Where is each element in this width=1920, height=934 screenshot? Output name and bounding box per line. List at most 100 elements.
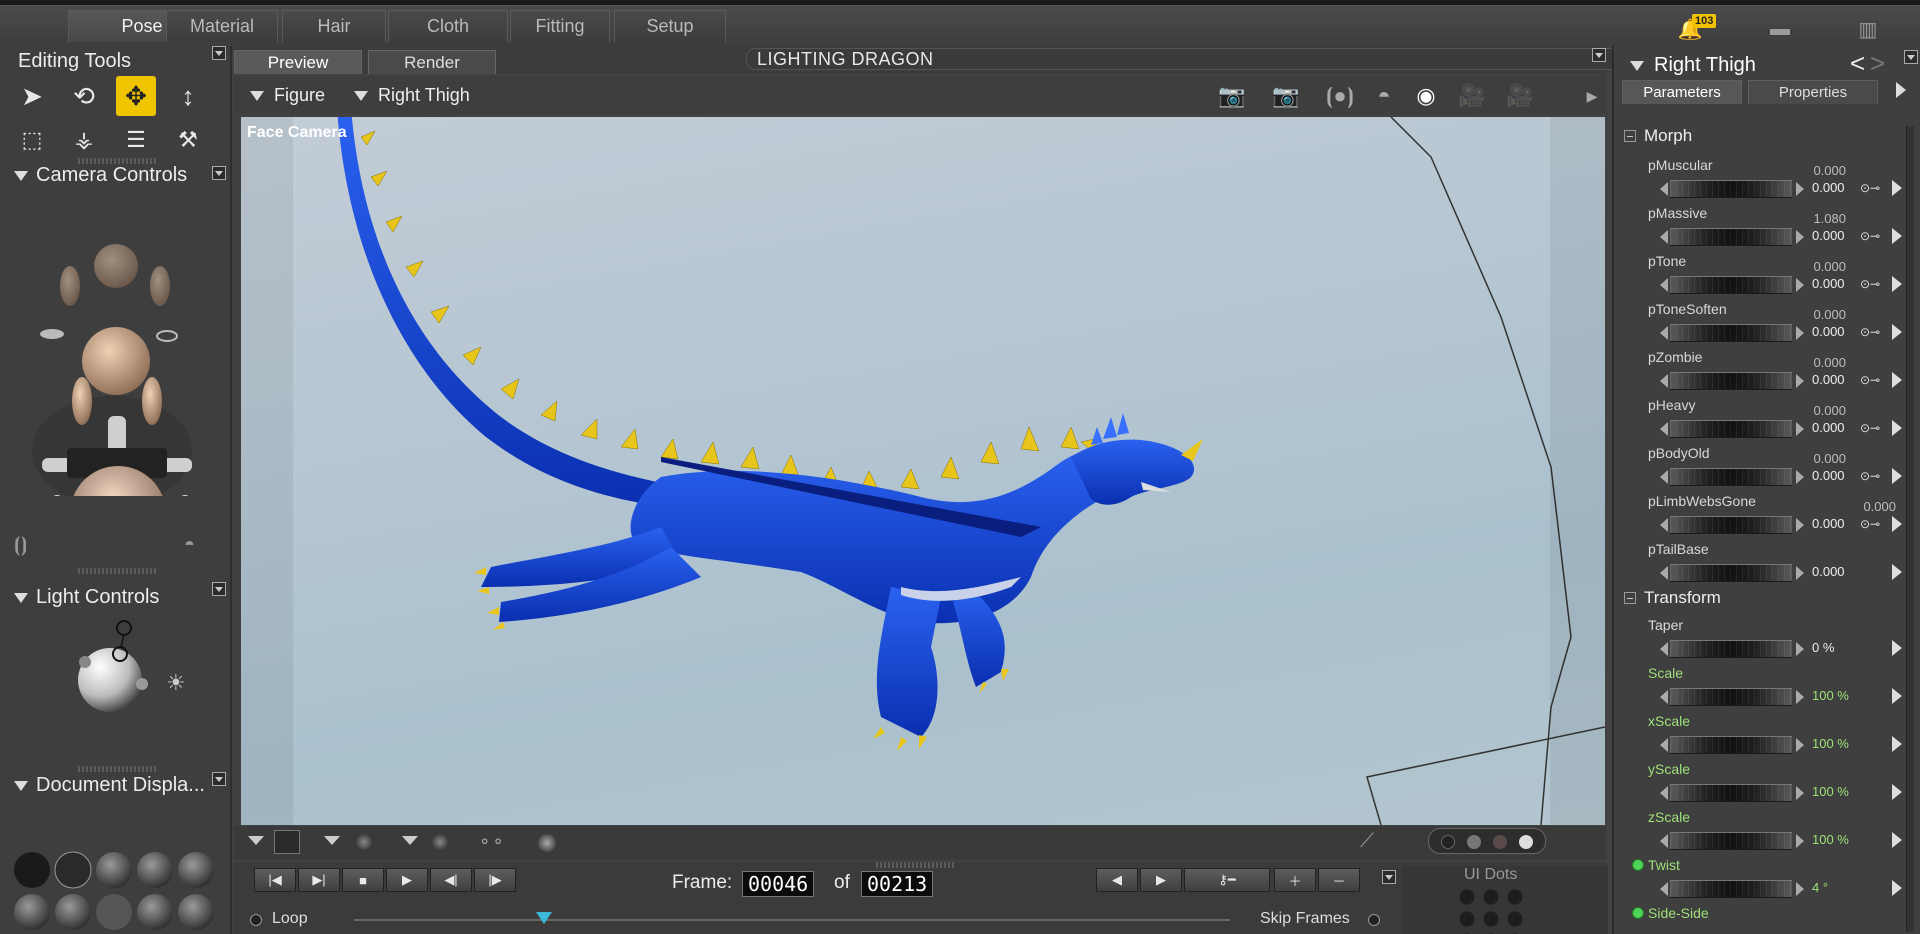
param-dial[interactable] [1670,516,1792,534]
translate-tool-icon[interactable]: ✥ [116,76,156,116]
total-frames-field[interactable]: 00213 [861,871,934,897]
dependency-key-icon[interactable]: ⊙⊸ [1860,469,1880,483]
keyframe-button[interactable]: ⚷━ [1184,868,1270,892]
go-to-start-button[interactable]: |◀ [254,868,296,892]
tab-setup[interactable]: Setup [614,10,726,42]
param-menu-icon[interactable] [1892,516,1902,532]
loop-radio[interactable] [250,914,262,926]
dependency-key-icon[interactable]: ⊙⊸ [1860,517,1880,531]
panel-more-icon[interactable] [1896,82,1906,98]
tab-material[interactable]: Material [166,10,278,42]
ui-dots-grid[interactable] [1458,888,1530,934]
param-value[interactable]: 0 % [1812,640,1834,655]
param-menu-icon[interactable] [1892,180,1902,196]
dependency-key-icon[interactable]: ⊙⊸ [1860,421,1880,435]
dial-left-arrow[interactable] [1660,326,1668,340]
param-menu-icon[interactable] [1892,880,1902,896]
param-row[interactable]: pHeavy 0.000 0.000 ⊙⊸ [1632,394,1904,442]
collapse-icon[interactable] [14,592,28,603]
shaded-sphere-icon[interactable] [356,834,372,850]
param-value[interactable]: 100 % [1812,736,1849,751]
panel-grip[interactable] [78,766,158,772]
param-row[interactable]: Scale 100 % [1632,662,1904,710]
param-row[interactable]: pTailBase 0.000 [1632,538,1904,586]
ui-dot-2[interactable] [1467,835,1481,849]
dial-right-arrow[interactable] [1796,326,1804,340]
previous-key-button[interactable]: ◀ [1096,868,1138,892]
previous-actor-icon[interactable]: < [1850,48,1865,79]
add-key-button[interactable]: ＋ [1274,868,1316,892]
tab-render[interactable]: Render [368,50,496,74]
param-value[interactable]: 0.000 [1812,180,1845,195]
sphere-icon[interactable] [538,834,556,852]
previous-frame-button[interactable]: ◀| [430,868,472,892]
param-menu-icon[interactable] [1892,276,1902,292]
dial-left-arrow[interactable] [1660,882,1668,896]
param-menu-icon[interactable] [1892,832,1902,848]
param-value[interactable]: 0.000 [1812,564,1845,579]
ui-dot-1[interactable] [1441,835,1455,849]
timeline-playhead[interactable] [536,912,552,924]
3d-viewport[interactable] [241,117,1605,825]
param-menu-icon[interactable] [1892,688,1902,704]
box-style-icon[interactable] [274,830,300,854]
param-menu-icon[interactable] [1892,468,1902,484]
twist-tool-icon[interactable]: ⚶ [64,120,104,160]
dial-left-arrow[interactable] [1660,566,1668,580]
taper-tool-icon[interactable]: ☰ [116,120,156,160]
figure-dropdown[interactable]: Figure [250,85,325,106]
dial-left-arrow[interactable] [1660,422,1668,436]
param-dial[interactable] [1670,880,1792,898]
dependency-key-icon[interactable]: ⊙⊸ [1860,277,1880,291]
dial-right-arrow[interactable] [1796,518,1804,532]
param-menu-icon[interactable] [1892,372,1902,388]
remove-key-button[interactable]: － [1318,868,1360,892]
param-value[interactable]: 0.000 [1812,228,1845,243]
camera-dotted-icon[interactable]: 📷 [1270,82,1302,110]
param-row[interactable]: pLimbWebsGone 0.000 0.000 ⊙⊸ [1632,490,1904,538]
camera-controls-menu-button[interactable] [212,166,226,180]
timeline-track[interactable] [354,919,1230,921]
camera-point-icon[interactable]: ◓ [184,534,195,555]
skip-frames-radio[interactable] [1368,914,1380,926]
param-row[interactable]: yScale 100 % [1632,758,1904,806]
param-value[interactable]: 0.000 [1812,324,1845,339]
param-menu-icon[interactable] [1892,324,1902,340]
dependency-key-icon[interactable]: ⊙⊸ [1860,373,1880,387]
tab-hair[interactable]: Hair [282,10,386,42]
collapse-icon[interactable] [14,780,28,791]
dial-right-arrow[interactable] [1796,278,1804,292]
dial-left-arrow[interactable] [1660,642,1668,656]
dial-right-arrow[interactable] [1796,834,1804,848]
dial-right-arrow[interactable] [1796,690,1804,704]
transform-section[interactable]: Transform [1624,588,1721,608]
collapse-icon[interactable] [1624,592,1636,604]
param-value[interactable]: 100 % [1812,832,1849,847]
select-tool-icon[interactable]: ➤ [12,76,52,116]
param-row[interactable]: zScale 100 % [1632,806,1904,854]
param-value[interactable]: 0.000 [1812,468,1845,483]
param-row[interactable]: pToneSoften 0.000 0.000 ⊙⊸ [1632,298,1904,346]
next-frame-button[interactable]: |▶ [474,868,516,892]
dial-right-arrow[interactable] [1796,642,1804,656]
collapse-icon[interactable] [1624,130,1636,142]
cameraman-icon[interactable]: 🎥 [1456,82,1488,110]
dial-left-arrow[interactable] [1660,738,1668,752]
dial-left-arrow[interactable] [1660,278,1668,292]
dial-right-arrow[interactable] [1796,470,1804,484]
param-row[interactable]: xScale 100 % [1632,710,1904,758]
next-actor-icon[interactable]: > [1870,48,1885,79]
dial-right-arrow[interactable] [1796,230,1804,244]
param-row[interactable]: pBodyOld 0.000 0.000 ⊙⊸ [1632,442,1904,490]
param-value[interactable]: 0.000 [1812,516,1845,531]
tab-preview[interactable]: Preview [234,50,362,74]
morph-section[interactable]: Morph [1624,126,1692,146]
translate-in-out-icon[interactable]: ↕ [168,76,208,116]
param-dial[interactable] [1670,372,1792,390]
panel-grip[interactable] [78,568,158,574]
scale-tool-icon[interactable]: ⬚ [12,120,52,160]
param-menu-icon[interactable] [1892,420,1902,436]
video-camera-icon[interactable]: 🎥 [1504,82,1536,110]
dial-left-arrow[interactable] [1660,230,1668,244]
play-button[interactable]: ▶ [386,868,428,892]
